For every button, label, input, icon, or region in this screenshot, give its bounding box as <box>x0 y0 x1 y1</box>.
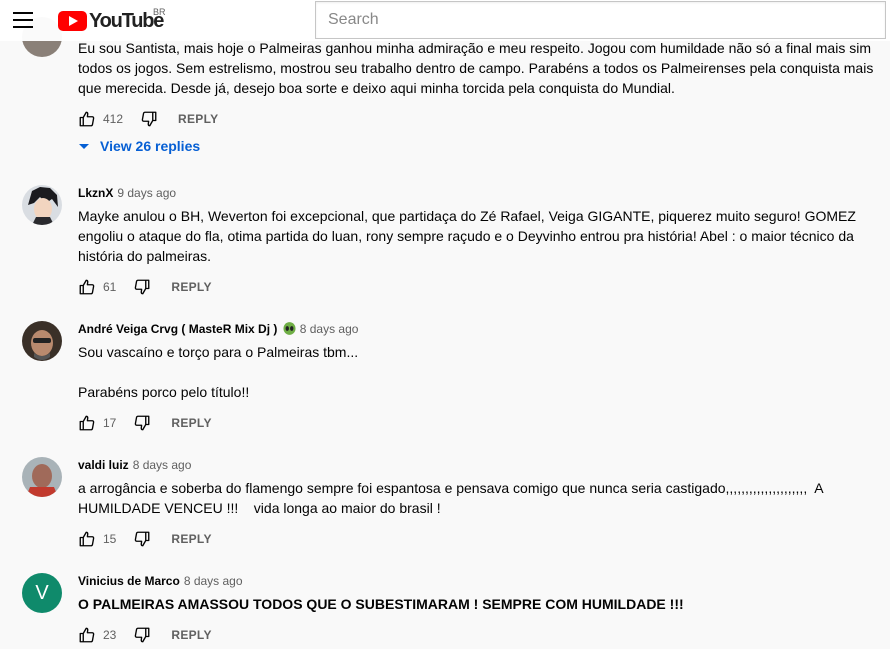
like-count: 17 <box>103 416 117 430</box>
comment-author[interactable]: André Veiga Crvg ( MasteR Mix Dj ) <box>78 322 277 336</box>
search-input[interactable] <box>316 2 885 38</box>
comment-time[interactable]: 8 days ago <box>133 458 192 472</box>
thumb-up-icon[interactable] <box>78 530 96 548</box>
comment-actions: 412 REPLY <box>78 107 218 131</box>
like-count: 412 <box>103 112 124 126</box>
thumb-up-icon[interactable] <box>78 414 96 432</box>
avatar[interactable]: V <box>22 573 62 613</box>
comment-time[interactable]: 9 days ago <box>117 186 176 200</box>
country-code: BR <box>153 7 166 17</box>
comment-header: valdi luiz 8 days ago <box>78 457 191 473</box>
reply-button[interactable]: REPLY <box>171 280 211 294</box>
comment-text: O PALMEIRAS AMASSOU TODOS QUE O SUBESTIM… <box>78 596 684 612</box>
avatar[interactable] <box>22 185 62 225</box>
view-replies-button[interactable]: View 26 replies <box>76 138 200 154</box>
comment-text: Eu sou Santista, mais hoje o Palmeiras g… <box>78 40 874 96</box>
like-count: 23 <box>103 628 117 642</box>
caret-down-icon <box>79 143 89 149</box>
youtube-logo[interactable]: YouTube <box>58 10 164 32</box>
comment-author[interactable]: LkznX <box>78 186 113 200</box>
comment-time[interactable]: 8 days ago <box>184 574 243 588</box>
like-count: 15 <box>103 532 117 546</box>
reply-button[interactable]: REPLY <box>171 628 211 642</box>
thumb-down-icon[interactable] <box>133 626 151 644</box>
avatar[interactable] <box>22 321 62 361</box>
thumb-up-icon[interactable] <box>78 110 96 128</box>
play-icon <box>58 11 87 31</box>
thumb-down-icon[interactable] <box>133 278 151 296</box>
avatar[interactable] <box>22 457 62 497</box>
comment-header: LkznX 9 days ago <box>78 185 176 201</box>
reply-button[interactable]: REPLY <box>171 532 211 546</box>
comment-text: a arrogância e soberba do flamengo sempr… <box>78 480 824 516</box>
alien-emoji-icon <box>283 322 296 335</box>
comment-actions: 61 REPLY <box>78 275 212 299</box>
comment-time[interactable]: 8 days ago <box>300 322 359 336</box>
masthead: YouTube BR <box>0 0 890 41</box>
search-box[interactable] <box>315 1 886 39</box>
comment-author[interactable]: Vinicius de Marco <box>78 574 180 588</box>
comment-actions: 23 REPLY <box>78 623 212 647</box>
comment-actions: 17 REPLY <box>78 411 212 435</box>
reply-button[interactable]: REPLY <box>171 416 211 430</box>
hamburger-menu-icon[interactable] <box>13 12 33 28</box>
comment-text: Mayke anulou o BH, Weverton foi excepcio… <box>78 208 856 264</box>
thumb-down-icon[interactable] <box>133 414 151 432</box>
comment-header: Vinicius de Marco 8 days ago <box>78 573 243 589</box>
thumb-down-icon[interactable] <box>140 110 158 128</box>
reply-button[interactable]: REPLY <box>178 112 218 126</box>
like-count: 61 <box>103 280 117 294</box>
comment-header: André Veiga Crvg ( MasteR Mix Dj ) 8 day… <box>78 321 358 337</box>
comment-author[interactable]: valdi luiz <box>78 458 129 472</box>
thumb-up-icon[interactable] <box>78 278 96 296</box>
thumb-up-icon[interactable] <box>78 626 96 644</box>
thumb-down-icon[interactable] <box>133 530 151 548</box>
comment-text: Sou vascaíno e torço para o Palmeiras tb… <box>78 344 359 400</box>
comment-actions: 15 REPLY <box>78 527 212 551</box>
view-replies-label: View 26 replies <box>100 138 201 154</box>
